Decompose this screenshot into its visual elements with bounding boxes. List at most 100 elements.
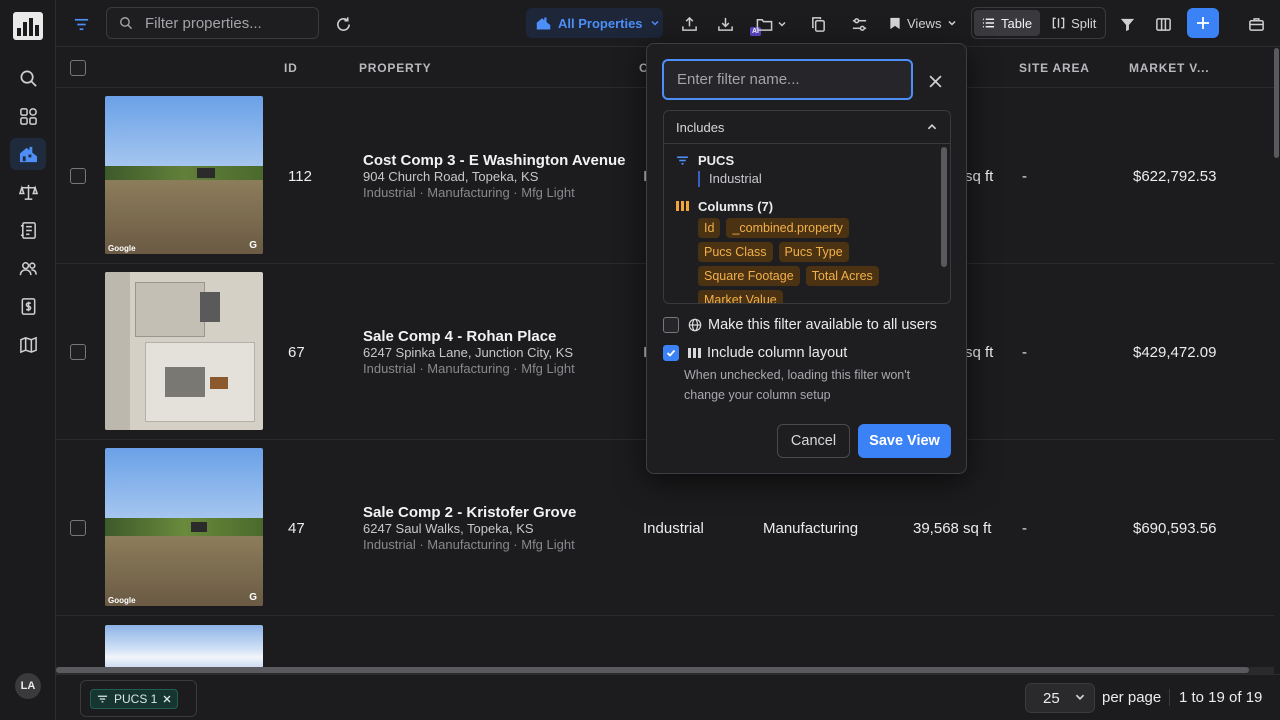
pucs-section-title: PUCS <box>698 153 735 168</box>
google-logo-icon: G <box>249 240 257 251</box>
property-photo[interactable] <box>105 272 263 430</box>
header-site-area[interactable]: SITE AREA <box>1019 61 1090 75</box>
property-tags: Industrial · Manufacturing · Mfg Light <box>363 537 575 552</box>
columns-section-title: Columns (7) <box>698 199 774 214</box>
refresh-icon[interactable] <box>331 12 355 36</box>
property-name[interactable]: Sale Comp 2 - Kristofer Grove <box>363 504 576 521</box>
row-checkbox[interactable] <box>70 344 86 360</box>
split-view-button[interactable]: Split <box>1044 10 1104 36</box>
close-icon[interactable] <box>163 695 171 703</box>
per-page-label: per page <box>1102 689 1162 706</box>
briefcase-icon[interactable] <box>1244 12 1268 36</box>
property-name[interactable]: Cost Comp 3 - E Washington Avenue <box>363 152 626 169</box>
search-input[interactable] <box>145 14 295 32</box>
column-tag: Square Footage <box>698 266 800 286</box>
chevron-down-icon <box>777 21 786 27</box>
property-photo[interactable]: Google G <box>105 96 263 254</box>
map-icon[interactable] <box>10 328 46 360</box>
scope-dropdown[interactable]: All Properties <box>526 8 663 38</box>
includes-panel: Includes PUCS Industrial Columns (7) Id … <box>663 110 951 304</box>
google-logo-icon: G <box>249 592 257 603</box>
add-property-button[interactable] <box>1187 8 1219 38</box>
columns-icon <box>676 201 689 211</box>
plus-icon <box>1197 17 1209 29</box>
includes-scrollbar[interactable] <box>941 147 947 267</box>
cell-market-value: $622,792.53 <box>1133 168 1217 185</box>
row-checkbox[interactable] <box>70 168 86 184</box>
columns-icon[interactable] <box>1151 12 1175 36</box>
views-label: Views <box>907 15 942 31</box>
globe-icon <box>688 318 702 332</box>
properties-icon[interactable] <box>10 138 46 170</box>
row-checkbox[interactable] <box>70 520 86 536</box>
save-view-button[interactable]: Save View <box>858 424 951 458</box>
users-icon[interactable] <box>10 252 46 284</box>
google-watermark: Google <box>108 244 136 253</box>
download-icon[interactable] <box>713 12 737 36</box>
notebook-icon[interactable] <box>10 214 46 246</box>
scales-icon[interactable] <box>10 176 46 208</box>
table-row[interactable] <box>56 616 1274 668</box>
upload-icon[interactable] <box>677 12 701 36</box>
chevron-down-icon <box>1075 694 1085 700</box>
cell-site-area: - <box>1022 520 1027 537</box>
property-photo[interactable]: Google G <box>105 448 263 606</box>
filter-toggle-icon[interactable] <box>69 12 93 36</box>
includes-header[interactable]: Includes <box>664 111 950 144</box>
split-icon <box>1052 17 1065 29</box>
vertical-scrollbar[interactable] <box>1274 48 1280 668</box>
dashboard-icon[interactable] <box>10 100 46 132</box>
cell-square-footage: sq ft <box>965 344 994 361</box>
cell-market-value: $690,593.56 <box>1133 520 1217 537</box>
cell-square-footage: sq ft <box>965 168 994 185</box>
header-property[interactable]: PROPERTY <box>359 61 431 75</box>
column-tag: Pucs Class <box>698 242 773 262</box>
property-photo[interactable] <box>105 625 263 668</box>
property-address: 904 Church Road, Topeka, KS <box>363 169 539 184</box>
table-view-label: Table <box>1001 15 1033 31</box>
layout-checkbox[interactable] <box>663 345 679 361</box>
table-view-button[interactable]: Table <box>974 10 1041 36</box>
cell-site-area: - <box>1022 168 1027 185</box>
include-layout-option[interactable]: Include column layout <box>663 345 847 361</box>
properties-icon <box>536 17 551 29</box>
user-avatar[interactable]: LA <box>15 673 41 699</box>
page-size-select[interactable]: 25 <box>1025 683 1095 713</box>
share-checkbox[interactable] <box>663 317 679 333</box>
cell-pucs-class: Industrial <box>643 520 704 537</box>
header-id[interactable]: ID <box>284 61 298 75</box>
list-icon <box>982 18 995 28</box>
search-icon[interactable] <box>10 62 46 94</box>
property-address: 6247 Spinka Lane, Junction City, KS <box>363 345 574 360</box>
share-filter-option[interactable]: Make this filter available to all users <box>663 317 937 333</box>
copy-icon[interactable] <box>806 12 830 36</box>
horizontal-scrollbar[interactable] <box>56 667 1274 674</box>
column-tag: _combined.property <box>726 218 849 238</box>
filter-lines-icon <box>677 156 688 165</box>
close-icon[interactable] <box>923 69 947 93</box>
pagination-range: 1 to 19 of 19 <box>1169 689 1262 706</box>
cancel-button[interactable]: Cancel <box>777 424 850 458</box>
column-tag: Total Acres <box>805 266 879 286</box>
filter-name-input[interactable] <box>662 59 913 100</box>
settings-sliders-icon[interactable] <box>847 12 871 36</box>
property-name[interactable]: Sale Comp 4 - Rohan Place <box>363 328 556 345</box>
chevron-up-icon <box>927 124 937 130</box>
funnel-icon[interactable] <box>1115 12 1139 36</box>
views-dropdown[interactable]: Views <box>889 8 957 38</box>
header-market-value[interactable]: MARKET V... <box>1129 61 1209 75</box>
toolbar: All Properties AI Views Table <box>56 0 1280 47</box>
search-box <box>106 7 319 39</box>
search-icon <box>120 17 133 30</box>
cell-square-footage: 39,568 sq ft <box>913 520 992 537</box>
cell-id: 112 <box>288 168 312 185</box>
property-address: 6247 Saul Walks, Topeka, KS <box>363 521 534 536</box>
column-tags: Id _combined.property Pucs Class Pucs Ty… <box>698 218 918 303</box>
property-tags: Industrial · Manufacturing · Mfg Light <box>363 361 575 376</box>
select-all-checkbox[interactable] <box>70 60 86 76</box>
app-logo[interactable] <box>13 12 43 40</box>
invoice-icon[interactable] <box>10 290 46 322</box>
folder-dropdown[interactable] <box>751 12 791 36</box>
filter-chip[interactable]: PUCS 1 <box>90 689 179 709</box>
page-size-value: 25 <box>1043 689 1060 707</box>
